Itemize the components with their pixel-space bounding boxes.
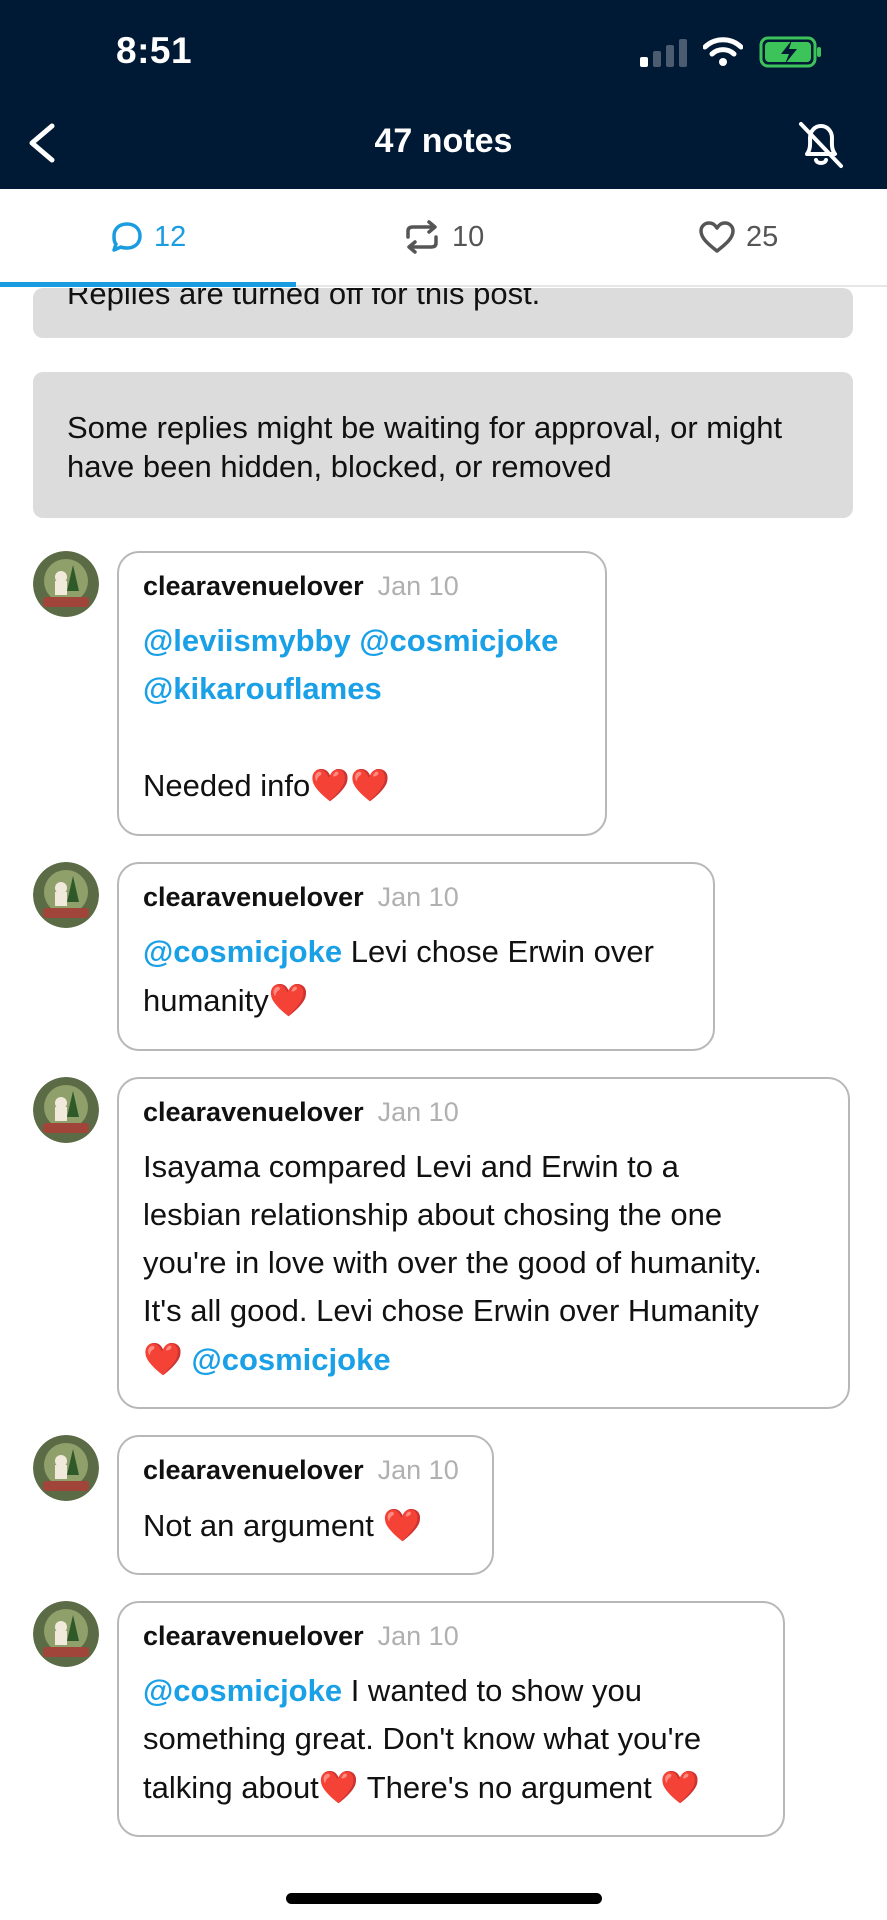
- reply-body: @cosmicjoke I wanted to show you somethi…: [143, 1667, 759, 1812]
- reply-text: you're in love with over the good of hum…: [143, 1245, 762, 1280]
- reply-text: I wanted to show you: [342, 1673, 642, 1708]
- reply-text: Levi chose Erwin over: [342, 934, 654, 969]
- reply-text: lesbian relationship about chosing the o…: [143, 1197, 723, 1232]
- reply-username[interactable]: clearavenuelover: [143, 1455, 364, 1486]
- home-indicator[interactable]: [286, 1893, 602, 1904]
- status-time: 8:51: [116, 30, 193, 71]
- reply-body: @cosmicjoke Levi chose Erwin over humani…: [143, 928, 689, 1025]
- reply-username[interactable]: clearavenuelover: [143, 1097, 364, 1128]
- reply-date: Jan 10: [377, 882, 459, 912]
- reply-mention[interactable]: @cosmicjoke: [143, 1673, 342, 1708]
- avatar[interactable]: [33, 1077, 99, 1143]
- reply-text: talking about: [143, 1770, 319, 1805]
- replies-off-text: Replies are turned off for this post.: [67, 288, 541, 311]
- reply-bubble: clearavenuelover Jan 10 @leviismybby @co…: [117, 551, 607, 836]
- bell-off-icon: [799, 122, 843, 168]
- reply-username[interactable]: clearavenuelover: [143, 1621, 364, 1652]
- heart-emoji: ❤️: [268, 982, 309, 1018]
- page-title: 47 notes: [374, 122, 513, 160]
- reply-mention[interactable]: @cosmicjoke: [191, 1342, 390, 1377]
- avatar[interactable]: [33, 1435, 99, 1501]
- reply-bubble: clearavenuelover Jan 10 @cosmicjoke I wa…: [117, 1601, 785, 1837]
- battery-charging-icon: [759, 36, 823, 68]
- heart-emoji: ❤️: [318, 1769, 359, 1805]
- heart-emoji: ❤️: [660, 1769, 701, 1805]
- reply-text: Isayama compared Levi and Erwin to a: [143, 1149, 679, 1184]
- active-tab-indicator: [0, 282, 296, 287]
- reply-body: Not an argument ❤️: [143, 1501, 468, 1550]
- top-header: 8:51 47 notes: [0, 0, 887, 189]
- reply-bubble: clearavenuelover Jan 10 @cosmicjoke Levi…: [117, 862, 715, 1051]
- heart-emoji: ❤️❤️: [310, 767, 390, 803]
- reblog-icon: [406, 220, 438, 254]
- reply-date: Jan 10: [377, 1621, 459, 1651]
- avatar[interactable]: [33, 551, 99, 617]
- moderation-notice: Some replies might be waiting for approv…: [33, 372, 853, 518]
- reply-username[interactable]: clearavenuelover: [143, 882, 364, 913]
- heart-outline-icon: [699, 221, 735, 253]
- replies-off-notice: Replies are turned off for this post.: [33, 288, 853, 338]
- reply-mention[interactable]: @leviismybby @cosmicjoke: [143, 623, 558, 658]
- reblogs-count: 10: [452, 220, 485, 253]
- heart-emoji: ❤️: [382, 1507, 423, 1543]
- likes-count: 25: [746, 220, 779, 253]
- avatar[interactable]: [33, 1601, 99, 1667]
- reply-text: There's no argument: [358, 1770, 661, 1805]
- speech-bubble-icon: [112, 222, 142, 252]
- avatar[interactable]: [33, 862, 99, 928]
- reply-text: something great. Don't know what you're: [143, 1721, 702, 1756]
- reply-text: It's all good. Levi chose Erwin over Hum…: [143, 1293, 759, 1328]
- reply-username[interactable]: clearavenuelover: [143, 571, 364, 602]
- notes-tabs: 12 10 25: [0, 189, 887, 287]
- reply-body: Isayama compared Levi and Erwin to a les…: [143, 1143, 824, 1384]
- moderation-notice-text: Some replies might be waiting for approv…: [67, 410, 783, 484]
- wifi-icon: [703, 37, 743, 67]
- reply-mention[interactable]: @kikarouflames: [143, 671, 382, 706]
- heart-emoji: ❤️: [143, 1341, 183, 1377]
- replies-count: 12: [154, 220, 187, 253]
- tab-reblogs[interactable]: 10: [402, 189, 484, 285]
- reply-text: Needed info: [143, 768, 311, 803]
- reply-bubble: clearavenuelover Jan 10 Not an argument …: [117, 1435, 494, 1575]
- mute-notifications-button[interactable]: [793, 116, 849, 172]
- reply-text: Not an argument: [143, 1508, 383, 1543]
- reply-date: Jan 10: [377, 1097, 459, 1127]
- reply-body: @leviismybby @cosmicjoke @kikarouflames …: [143, 617, 581, 810]
- reply-date: Jan 10: [377, 571, 459, 601]
- status-icons: [640, 36, 823, 68]
- reply-mention[interactable]: @cosmicjoke: [143, 934, 342, 969]
- signal-icon: [640, 37, 687, 67]
- tab-replies[interactable]: 12: [110, 189, 186, 285]
- tab-likes[interactable]: 25: [698, 189, 778, 285]
- reply-text: humanity: [143, 983, 269, 1018]
- reply-date: Jan 10: [377, 1455, 459, 1485]
- reply-bubble: clearavenuelover Jan 10 Isayama compared…: [117, 1077, 850, 1409]
